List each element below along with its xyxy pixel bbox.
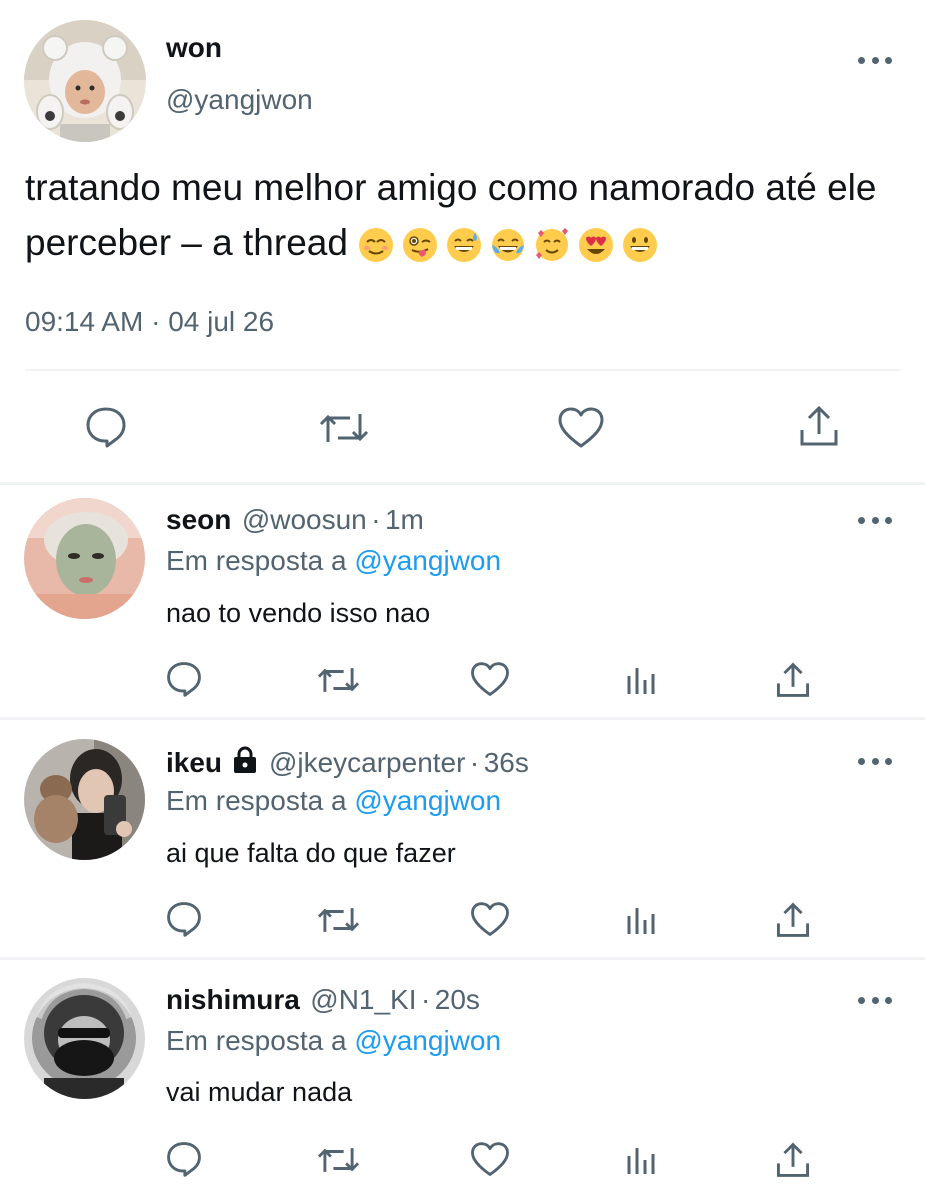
reply-author-name[interactable]: ikeu — [166, 747, 222, 778]
reply-header: seon @woosun · 1m — [166, 504, 424, 536]
reply-icon[interactable] — [165, 1141, 203, 1177]
tweet-timestamp: 09:14 AM · 04 jul 26 — [25, 306, 274, 338]
tweet-date: 04 jul 26 — [168, 306, 275, 337]
more-options-button[interactable] — [858, 751, 892, 771]
replying-to: Em resposta a @yangjwon — [166, 545, 501, 577]
analytics-icon[interactable] — [625, 904, 659, 936]
reply-author-name[interactable]: nishimura — [166, 984, 300, 1015]
replying-to-label: Em resposta a — [166, 545, 347, 576]
reply-text: nao to vendo isso nao — [166, 598, 431, 628]
lock-icon — [232, 746, 258, 779]
replying-to-mention[interactable]: @yangjwon — [354, 1025, 501, 1056]
reply-separator — [0, 957, 925, 960]
reply-age[interactable]: 1m — [385, 504, 424, 535]
reply-age[interactable]: 20s — [435, 984, 480, 1015]
heart-eyes-face-icon — [578, 228, 613, 263]
tweet-text: tratando meu melhor amigo como namorado … — [25, 160, 905, 270]
relieved-face-icon — [358, 228, 393, 263]
grinning-sweat-face-icon — [446, 228, 481, 263]
emoji-row — [358, 227, 658, 263]
analytics-icon[interactable] — [625, 1144, 659, 1176]
reply-icon[interactable] — [165, 901, 203, 937]
thread-separator — [0, 482, 925, 485]
replying-to: Em resposta a @yangjwon — [166, 1025, 501, 1057]
grinning-face-icon — [622, 228, 657, 263]
reply-header: nishimura @N1_KI · 20s — [166, 984, 480, 1016]
like-icon[interactable] — [470, 1141, 510, 1178]
reply-author-handle[interactable]: @woosun — [242, 504, 367, 535]
replying-to: Em resposta a @yangjwon — [166, 785, 501, 817]
more-options-button[interactable] — [858, 510, 892, 530]
tears-of-joy-face-icon — [491, 229, 524, 262]
retweet-icon[interactable] — [316, 663, 361, 697]
reply-avatar[interactable] — [24, 739, 145, 860]
retweet-icon[interactable] — [318, 408, 370, 448]
share-icon[interactable] — [798, 404, 840, 448]
reply-icon[interactable] — [165, 661, 203, 697]
tweet-time: 09:14 AM — [25, 306, 144, 337]
tweet-divider — [25, 369, 901, 371]
reply-avatar[interactable] — [24, 978, 145, 1099]
more-options-button[interactable] — [858, 50, 892, 70]
share-icon[interactable] — [775, 1141, 811, 1179]
author-handle[interactable]: @yangjwon — [166, 84, 313, 116]
replying-to-label: Em resposta a — [166, 785, 347, 816]
replying-to-mention[interactable]: @yangjwon — [354, 785, 501, 816]
retweet-icon[interactable] — [316, 903, 361, 937]
reply-author-handle[interactable]: @jkeycarpenter — [269, 747, 466, 778]
share-icon[interactable] — [775, 661, 811, 699]
reply-age[interactable]: 36s — [484, 747, 529, 778]
like-icon[interactable] — [470, 661, 510, 698]
reply-text: ai que falta do que fazer — [166, 838, 456, 868]
replying-to-label: Em resposta a — [166, 1025, 347, 1056]
retweet-icon[interactable] — [316, 1143, 361, 1177]
timestamp-separator: · — [151, 306, 161, 337]
dot-separator: · — [420, 984, 431, 1015]
like-icon[interactable] — [470, 901, 510, 938]
smiling-hearts-face-icon — [535, 228, 568, 262]
reply-icon[interactable] — [84, 406, 128, 448]
like-icon[interactable] — [557, 406, 605, 450]
reply-avatar[interactable] — [24, 498, 145, 619]
replying-to-mention[interactable]: @yangjwon — [354, 545, 501, 576]
author-name[interactable]: won — [166, 32, 222, 64]
dot-separator: · — [371, 504, 381, 535]
reply-header: ikeu @jkeycarpenter · 36s — [166, 746, 529, 779]
reply-separator — [0, 717, 925, 720]
author-avatar[interactable] — [24, 20, 146, 142]
analytics-icon[interactable] — [625, 664, 659, 696]
share-icon[interactable] — [775, 901, 811, 939]
winking-tongue-face-icon — [402, 228, 437, 263]
dot-separator: · — [469, 747, 480, 778]
more-options-button[interactable] — [858, 990, 892, 1010]
reply-text: vai mudar nada — [166, 1077, 353, 1107]
reply-author-name[interactable]: seon — [166, 504, 231, 535]
reply-author-handle[interactable]: @N1_KI — [310, 984, 416, 1015]
